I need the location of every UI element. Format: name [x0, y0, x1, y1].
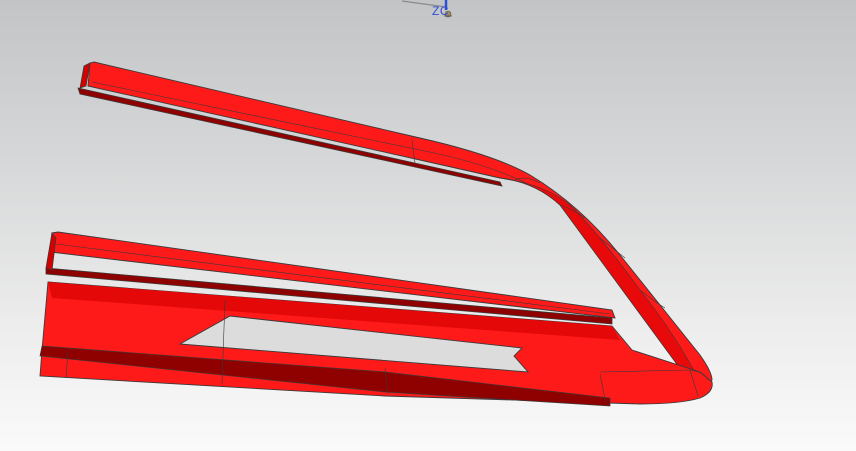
middle-rail-lip: [45, 232, 57, 271]
upper-rail-underside: [77, 87, 503, 187]
zc-axis-label: ZC: [432, 4, 449, 18]
cad-viewport[interactable]: ZC: [0, 0, 856, 451]
red-bracket-model[interactable]: [0, 0, 856, 451]
coordinate-triad-icon[interactable]: [398, 0, 460, 24]
